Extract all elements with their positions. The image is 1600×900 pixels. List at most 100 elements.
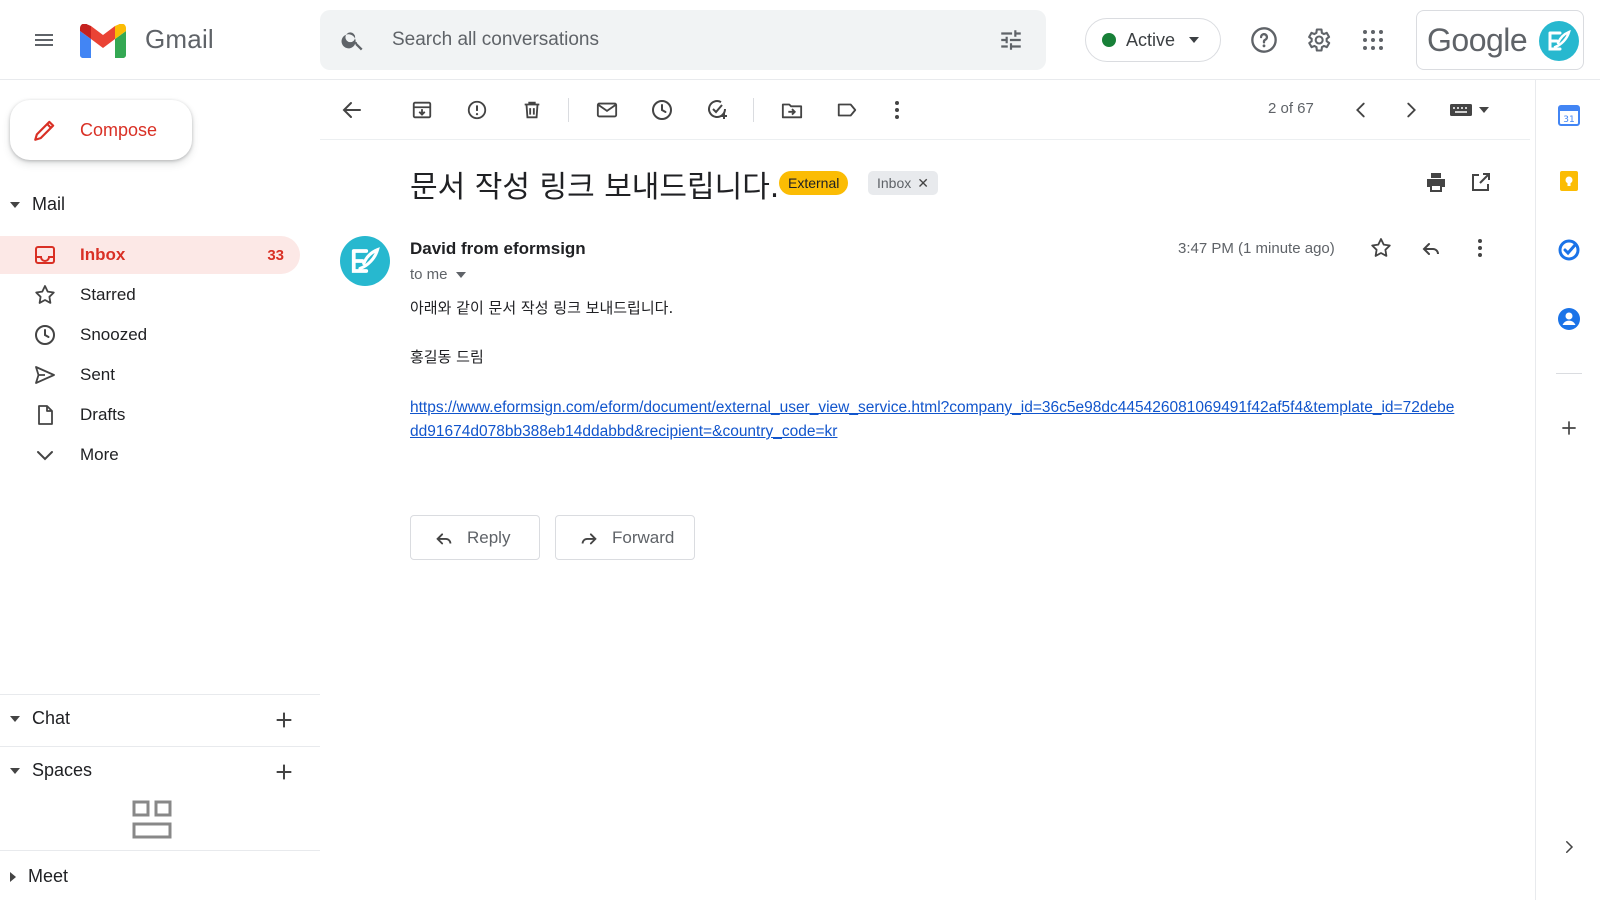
sidebar-item-sent[interactable]: Sent bbox=[0, 356, 300, 394]
delete-button[interactable] bbox=[514, 92, 550, 128]
sidebar-item-snoozed[interactable]: Snoozed bbox=[0, 316, 300, 354]
keep-app-button[interactable] bbox=[1556, 168, 1582, 194]
pagination-label: 2 of 67 bbox=[1268, 100, 1314, 117]
more-options-button[interactable] bbox=[879, 92, 915, 128]
reply-icon bbox=[1422, 243, 1439, 255]
calendar-app-button[interactable]: 31 bbox=[1556, 102, 1582, 128]
status-label: Active bbox=[1126, 29, 1176, 50]
settings-button[interactable] bbox=[1300, 22, 1336, 58]
account-switcher[interactable]: Google bbox=[1416, 10, 1584, 70]
contacts-app-button[interactable] bbox=[1556, 306, 1582, 332]
toolbar-divider bbox=[568, 98, 569, 122]
label-chip-text: External bbox=[788, 175, 840, 191]
meet-section-toggle[interactable]: Meet bbox=[10, 866, 68, 887]
draft-icon bbox=[32, 402, 58, 428]
help-icon bbox=[1251, 27, 1277, 53]
search-input[interactable]: Search all conversations bbox=[392, 29, 599, 51]
tasks-app-button[interactable] bbox=[1556, 237, 1582, 263]
recipient-details-toggle[interactable]: to me bbox=[410, 266, 466, 283]
divider bbox=[0, 746, 320, 747]
search-icon[interactable] bbox=[340, 27, 366, 53]
new-chat-button[interactable] bbox=[270, 706, 298, 734]
move-to-button[interactable] bbox=[774, 92, 810, 128]
main-menu-button[interactable] bbox=[26, 22, 62, 58]
apps-button[interactable] bbox=[1355, 22, 1391, 58]
mail-section-label: Mail bbox=[32, 194, 66, 214]
more-vert-icon bbox=[1478, 239, 1482, 257]
keep-icon bbox=[1560, 171, 1578, 191]
sidebar-item-starred[interactable]: Starred bbox=[0, 276, 300, 314]
search-options-icon[interactable] bbox=[998, 27, 1024, 53]
snooze-button[interactable] bbox=[644, 92, 680, 128]
sidebar-item-more[interactable]: More bbox=[0, 436, 300, 474]
get-addons-button[interactable] bbox=[1556, 415, 1582, 441]
input-tools-button[interactable] bbox=[1446, 92, 1492, 128]
apps-grid-icon bbox=[1363, 30, 1383, 50]
mail-section-toggle[interactable]: Mail bbox=[10, 194, 65, 215]
message-more-button[interactable] bbox=[1462, 230, 1498, 266]
plus-icon bbox=[276, 764, 292, 780]
label-chip-text: Inbox bbox=[877, 175, 912, 191]
keyboard-icon bbox=[1450, 104, 1472, 116]
compose-label: Compose bbox=[80, 119, 158, 140]
contacts-icon bbox=[1558, 308, 1580, 330]
sidebar-item-drafts[interactable]: Drafts bbox=[0, 396, 300, 434]
remove-label-icon[interactable]: ✕ bbox=[917, 171, 929, 195]
label-chip-inbox[interactable]: Inbox ✕ bbox=[868, 171, 938, 195]
newer-button[interactable] bbox=[1343, 92, 1379, 128]
sidebar-item-label: Drafts bbox=[80, 405, 126, 424]
divider bbox=[1556, 373, 1582, 374]
report-spam-button[interactable] bbox=[459, 92, 495, 128]
forward-button[interactable]: Forward bbox=[555, 515, 695, 560]
caret-down-icon bbox=[10, 767, 20, 774]
open-in-new-icon bbox=[1472, 173, 1490, 191]
archive-icon bbox=[412, 101, 432, 119]
star-icon bbox=[32, 282, 58, 308]
email-body-line: 아래와 같이 문서 작성 링크 보내드립니다. bbox=[410, 299, 674, 317]
chevron-down-icon bbox=[1479, 107, 1489, 113]
recipient-label: to me bbox=[410, 266, 448, 283]
spaces-empty-icon bbox=[132, 800, 172, 840]
compose-button[interactable]: Compose bbox=[10, 100, 192, 160]
report-spam-icon bbox=[467, 100, 487, 120]
spaces-section-toggle[interactable]: Spaces bbox=[10, 760, 92, 781]
document-link[interactable]: https://www.eformsign.com/eform/document… bbox=[410, 396, 1460, 444]
chat-section-label: Chat bbox=[32, 708, 71, 728]
new-space-button[interactable] bbox=[270, 758, 298, 786]
send-icon bbox=[32, 362, 58, 388]
chevron-right-icon bbox=[1407, 102, 1416, 118]
eformsign-logo-icon bbox=[351, 247, 380, 273]
older-button[interactable] bbox=[1393, 92, 1429, 128]
add-to-tasks-button[interactable] bbox=[699, 92, 735, 128]
labels-button[interactable] bbox=[829, 92, 865, 128]
meet-section-label: Meet bbox=[28, 866, 69, 886]
gear-icon bbox=[1308, 28, 1331, 52]
chat-section-toggle[interactable]: Chat bbox=[10, 708, 70, 729]
reply-button[interactable]: Reply bbox=[410, 515, 540, 560]
email-subject: 문서 작성 링크 보내드립니다. bbox=[410, 170, 780, 205]
mark-unread-button[interactable] bbox=[589, 92, 625, 128]
sidebar-item-label: More bbox=[80, 445, 119, 464]
plus-icon bbox=[1562, 421, 1576, 435]
archive-button[interactable] bbox=[404, 92, 440, 128]
search-bar[interactable]: Search all conversations bbox=[320, 10, 1046, 70]
account-avatar[interactable] bbox=[1539, 21, 1579, 61]
back-button[interactable] bbox=[334, 92, 370, 128]
help-button[interactable] bbox=[1246, 22, 1282, 58]
eformsign-logo-icon bbox=[1548, 29, 1571, 51]
sender-avatar[interactable] bbox=[340, 236, 390, 286]
status-selector[interactable]: Active bbox=[1085, 18, 1221, 62]
sidebar-item-inbox[interactable]: Inbox 33 bbox=[0, 236, 300, 274]
hamburger-menu-icon bbox=[35, 34, 53, 46]
label-icon bbox=[837, 103, 857, 117]
gmail-logo-icon[interactable] bbox=[80, 24, 126, 58]
print-button[interactable] bbox=[1418, 164, 1454, 200]
tasks-icon bbox=[1558, 239, 1580, 261]
caret-down-icon bbox=[10, 715, 20, 722]
label-chip-external[interactable]: External bbox=[779, 171, 849, 195]
open-new-window-button[interactable] bbox=[1463, 164, 1499, 200]
hide-side-panel-button[interactable] bbox=[1556, 834, 1582, 860]
reply-icon-button[interactable] bbox=[1413, 230, 1449, 266]
star-button[interactable] bbox=[1363, 230, 1399, 266]
calendar-icon: 31 bbox=[1558, 105, 1580, 126]
